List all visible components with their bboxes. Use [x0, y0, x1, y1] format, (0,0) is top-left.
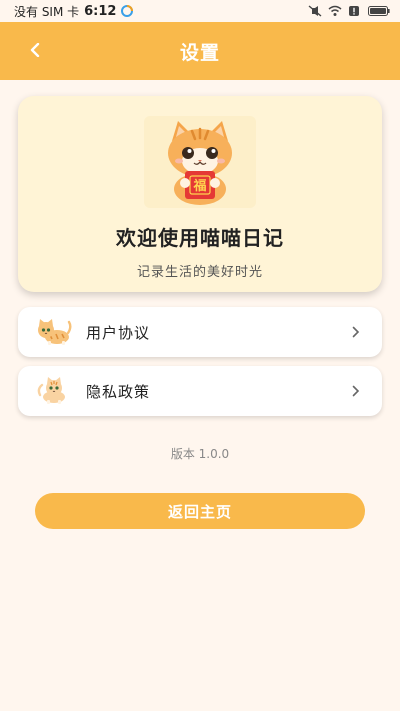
alert-icon	[348, 5, 362, 17]
back-button[interactable]	[20, 36, 50, 66]
carrier-text: 没有 SIM 卡	[14, 4, 80, 19]
welcome-subtitle: 记录生活的美好时光	[136, 265, 263, 280]
version-text: 版本 1.0.0	[170, 447, 230, 461]
app-badge-icon	[121, 5, 135, 17]
mute-icon	[308, 5, 322, 17]
user-agreement-item[interactable]: 用户协议	[18, 307, 382, 357]
page-title: 设置	[179, 41, 220, 64]
chevron-right-icon	[350, 325, 362, 339]
user-agreement-label: 用户协议	[86, 323, 151, 342]
chevron-right-icon	[350, 384, 362, 398]
status-time: 6:12	[84, 3, 117, 19]
wifi-icon	[328, 5, 342, 17]
status-bar: 没有 SIM 卡 6:12	[0, 0, 400, 22]
cat-icon	[36, 376, 72, 406]
welcome-title: 欢迎使用喵喵日记	[116, 226, 284, 250]
app-header: 设置	[0, 22, 400, 80]
privacy-policy-item[interactable]: 隐私政策	[18, 366, 382, 416]
lucky-character: 福	[192, 178, 206, 194]
status-left: 没有 SIM 卡 6:12	[14, 3, 135, 20]
welcome-card: 福 欢迎使用喵喵日记 记录生活的美好时光	[18, 96, 382, 292]
chevron-left-icon	[29, 42, 41, 61]
status-right	[308, 5, 390, 17]
privacy-policy-label: 隐私政策	[86, 382, 151, 401]
battery-icon	[368, 5, 390, 17]
return-home-button[interactable]: 返回主页	[35, 493, 365, 529]
cat-mascot-logo: 福	[144, 116, 256, 208]
cat-icon	[36, 317, 72, 347]
